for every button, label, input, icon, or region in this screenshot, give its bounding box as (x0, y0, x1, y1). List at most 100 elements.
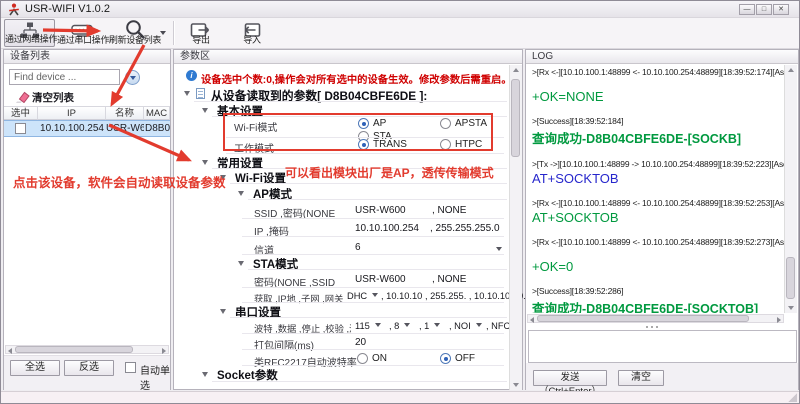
device-ip: 10.10.100.254 (38, 123, 106, 134)
find-device-input[interactable] (9, 69, 120, 85)
refresh-dropdown-caret-icon[interactable] (160, 31, 166, 35)
toolbar-button-label: 通过网络操作 (5, 32, 54, 45)
scroll-right-icon[interactable] (777, 317, 781, 323)
radio-rfc-off[interactable] (440, 353, 451, 364)
device-list-panel-title: 设备列表 (4, 50, 170, 64)
collapse-icon[interactable] (202, 108, 208, 113)
log-panel-title: LOG (526, 50, 798, 64)
send-command-input[interactable] (528, 330, 797, 363)
scroll-up-icon[interactable] (788, 68, 794, 72)
ap-ip-value[interactable]: 10.10.100.254 (355, 223, 419, 234)
select-all-button[interactable]: 全选 (10, 360, 60, 376)
annotation-highlight-box (223, 113, 493, 151)
toolbar-button-label: 导入 (233, 33, 271, 46)
log-panel: LOG >[Rx <-][10.10.100.1:48899 <- 10.10.… (525, 49, 799, 390)
collapse-icon[interactable] (238, 191, 244, 196)
scroll-left-icon[interactable] (530, 317, 534, 323)
log-entry-body: 查询成功-D8B04CBFE6DE-[SOCKB] (532, 128, 784, 147)
ap-ssid-value[interactable]: USR-W600 (355, 205, 406, 216)
log-entry-meta: >[Rx <-][10.10.100.1:48899 <- 10.10.100.… (532, 67, 784, 77)
document-icon (196, 88, 205, 99)
log-entry-body: AT+SOCKTOB (532, 210, 784, 225)
toolbar-button-label: 通过串口操作 (57, 33, 106, 46)
stopbits-dropdown[interactable]: , 1 (419, 321, 440, 331)
column-header-ip[interactable]: IP (38, 106, 106, 120)
log-entry-meta: >[Success][18:39:52:184] (532, 116, 784, 126)
log-entry-meta: >[Success][18:39:52:286] (532, 286, 784, 296)
toolbar-import-button[interactable]: 导入 (233, 19, 271, 47)
scrollbar-thumb[interactable] (537, 315, 749, 322)
channel-dropdown-caret-icon[interactable] (496, 247, 502, 251)
log-entry-body: AT+SOCKTOB (532, 171, 784, 186)
toolbar-serial-mode-button[interactable]: 通过串口操作 (57, 19, 106, 47)
info-icon (186, 70, 197, 81)
sta-dhcp-dropdown[interactable]: DHC (347, 291, 378, 301)
log-entry-body: +OK=NONE (532, 89, 784, 104)
log-vscrollbar[interactable] (784, 65, 797, 313)
clear-list-label: 清空列表 (32, 90, 74, 105)
device-name: USR-W600 (106, 123, 144, 134)
parameters-vscrollbar[interactable] (509, 65, 522, 390)
device-list-hscrollbar[interactable] (5, 345, 169, 354)
window-title: USR-WIFI V1.0.2 (25, 3, 110, 15)
auto-single-checkbox[interactable] (125, 362, 136, 373)
ap-channel-value[interactable]: 6 (355, 242, 361, 253)
log-lines[interactable]: >[Rx <-][10.10.100.1:48899 <- 10.10.100.… (527, 65, 784, 313)
databits-dropdown[interactable]: , 8 (389, 321, 410, 331)
auto-single-label: 自动单选 (140, 362, 170, 392)
maximize-button[interactable]: □ (756, 4, 772, 15)
radio-rfc-on[interactable] (357, 353, 368, 364)
scroll-down-icon[interactable] (788, 306, 794, 310)
toolbar-export-button[interactable]: 导出 (182, 19, 220, 47)
device-row[interactable]: 10.10.100.254 USR-W600 D8B04CBFE6 (4, 120, 170, 137)
scrollbar-thumb[interactable] (786, 257, 795, 299)
app-window: USR-WIFI V1.0.2 — □ ✕ 通过网络操作 (0, 0, 800, 404)
scrollbar-thumb[interactable] (15, 346, 133, 353)
scroll-right-icon[interactable] (162, 348, 166, 354)
scrollbar-thumb[interactable] (511, 79, 520, 157)
toolbar: 通过网络操作 通过串口操作 刷新设备列表 (1, 18, 799, 49)
log-hscrollbar[interactable] (527, 314, 784, 323)
collapse-icon[interactable] (220, 309, 226, 314)
clear-log-button[interactable]: 清空 (618, 370, 664, 386)
splitter-handle[interactable] (646, 326, 676, 329)
ap-password-value[interactable]: , NONE (432, 205, 466, 216)
pack-interval-value[interactable]: 20 (355, 337, 366, 348)
toolbar-refresh-devices-button[interactable]: 刷新设备列表 (107, 19, 163, 47)
send-button[interactable]: 发送（Ctrl+Enter） (533, 370, 607, 386)
scroll-down-icon[interactable] (513, 383, 519, 387)
collapse-icon[interactable] (202, 372, 208, 377)
log-entry-body: 查询成功-D8B04CBFE6DE-[SOCKTOB] (532, 298, 784, 313)
scroll-up-icon[interactable] (513, 68, 519, 72)
column-header-mac[interactable]: MAC (144, 106, 170, 120)
column-header-name[interactable]: 名称 (106, 106, 144, 120)
log-entry-body: +OK=0 (532, 259, 784, 274)
log-entry-meta: >[Rx <-][10.10.100.1:48899 <- 10.10.100.… (532, 198, 784, 208)
find-device-go-icon[interactable] (125, 70, 140, 85)
ap-mask-value[interactable]: , 255.255.255.0 (430, 223, 500, 234)
title-bar: USR-WIFI V1.0.2 — □ ✕ (1, 1, 799, 18)
eraser-icon (16, 91, 30, 103)
sta-password-value[interactable]: , NONE (432, 274, 466, 285)
resize-grip[interactable] (788, 393, 797, 402)
close-button[interactable]: ✕ (773, 4, 789, 15)
minimize-button[interactable]: — (739, 4, 755, 15)
log-entry-meta: >[Rx <-][10.10.100.1:48899 <- 10.10.100.… (532, 237, 784, 247)
collapse-icon[interactable] (238, 261, 244, 266)
parity-dropdown[interactable]: , NOI (449, 321, 482, 331)
scroll-left-icon[interactable] (8, 348, 12, 354)
toolbar-network-mode-button[interactable]: 通过网络操作 (4, 19, 55, 47)
device-row-checkbox[interactable] (15, 123, 26, 134)
selection-notice: 设备选中个数:0,操作会对所有选中的设备生效。修改参数后需重启。 (201, 71, 507, 86)
sta-ssid-value[interactable]: USR-W600 (355, 274, 406, 285)
collapse-icon[interactable] (220, 175, 226, 180)
baud-dropdown[interactable]: 115 (355, 321, 381, 331)
column-header-checked[interactable]: 选中 (4, 106, 38, 120)
device-list-panel: 设备列表 清空列表 选中 IP 名称 MAC 10.10.100.254 USR… (3, 49, 171, 390)
radio-rfc-on-label: ON (372, 353, 387, 364)
parameters-panel: 参数区 设备选中个数:0,操作会对所有选中的设备生效。修改参数后需重启。 从设备… (173, 49, 523, 390)
clear-list-button[interactable]: 清空列表 (16, 90, 30, 103)
invert-selection-button[interactable]: 反选 (64, 360, 114, 376)
collapse-icon[interactable] (184, 91, 190, 96)
collapse-icon[interactable] (202, 160, 208, 165)
